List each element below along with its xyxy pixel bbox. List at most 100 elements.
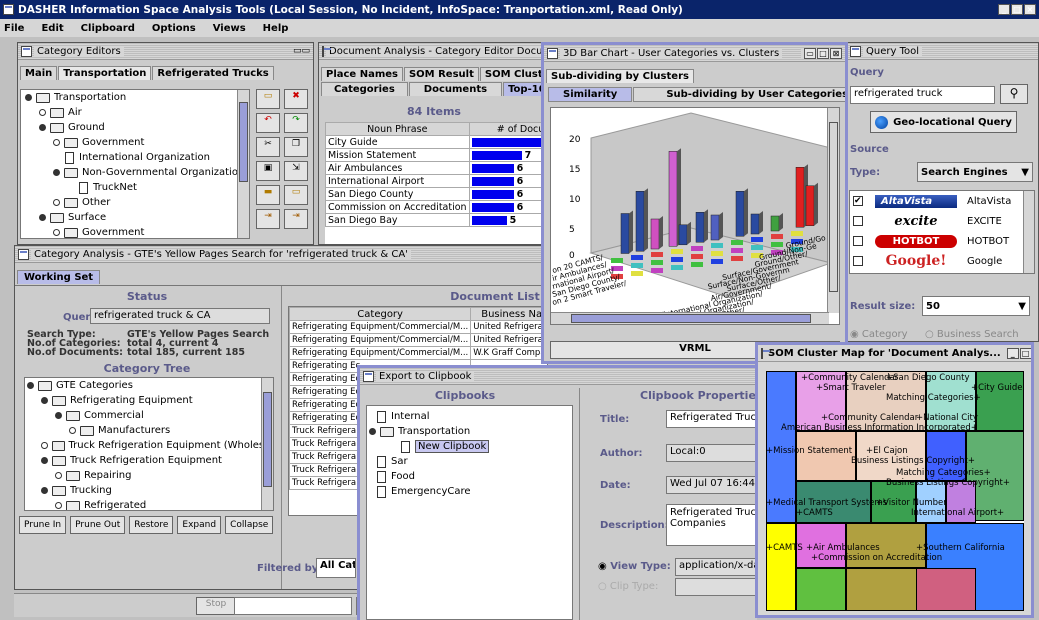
title-field[interactable]: Refrigerated Truck	[666, 410, 757, 428]
table-row[interactable]: Refrigerating Equipment/Commercial/M... U…	[289, 333, 547, 347]
dock-icon[interactable]: ▭▭	[293, 46, 310, 56]
import-icon[interactable]: ⇲	[284, 161, 308, 181]
som-label[interactable]: +El Cajon	[866, 446, 908, 456]
result-size-select[interactable]: 50 ▼	[922, 296, 1030, 316]
som-label[interactable]: Business Listings Copyright+	[851, 456, 975, 466]
folder-icon[interactable]: ▬	[256, 185, 280, 205]
tree-item[interactable]: New Clipbook	[377, 439, 572, 454]
undo-icon[interactable]: ↶	[256, 113, 280, 133]
column-header[interactable]: Category	[289, 307, 472, 321]
table-row[interactable]: Air Ambulances 6	[325, 161, 547, 175]
som-label[interactable]: +CAMTS	[766, 543, 803, 553]
som-cell[interactable]	[766, 523, 796, 611]
tab-categories[interactable]: Categories	[321, 82, 408, 96]
cut-icon[interactable]: ✂	[256, 137, 280, 157]
table-row[interactable]: San Diego Bay 5	[325, 213, 547, 227]
tree-item[interactable]: Commercial	[27, 408, 273, 423]
tree-item[interactable]: Trucking	[27, 483, 273, 498]
checkbox[interactable]	[853, 256, 863, 266]
description-field[interactable]: Refrigerated Truck Companies	[666, 504, 757, 546]
tab-refrigerated-trucks[interactable]: Refrigerated Trucks	[152, 66, 274, 80]
tab-som-result[interactable]: SOM Result	[403, 67, 479, 81]
som-label[interactable]: +Air Ambulances	[806, 543, 880, 553]
som-label[interactable]: Matching Categories+	[896, 468, 991, 478]
tree-item[interactable]: Truck Refrigeration Equipment (Wholesal	[27, 438, 273, 453]
bar-chart-titlebar[interactable]: 3D Bar Chart - User Categories vs. Clust…	[544, 45, 845, 62]
som-cell[interactable]	[796, 431, 856, 481]
som-label[interactable]: International Airport+	[911, 508, 1004, 518]
som-label[interactable]: +Community Calendar	[801, 373, 898, 383]
export-titlebar[interactable]: Export to Clipbook	[360, 368, 757, 385]
menu-edit[interactable]: Edit	[41, 23, 63, 34]
menu-options[interactable]: Options	[152, 23, 196, 34]
radio-business-search[interactable]: ○ Business Search	[925, 329, 1019, 340]
table-row[interactable]: San Diego County 6	[325, 187, 547, 201]
restore-button[interactable]: Restore	[129, 516, 174, 534]
menu-clipboard[interactable]: Clipboard	[81, 23, 135, 34]
menu-views[interactable]: Views	[213, 23, 246, 34]
filtered-by-select[interactable]: All Cate	[316, 558, 356, 578]
som-label[interactable]: +San Diego County	[886, 373, 970, 383]
category-editors-titlebar[interactable]: Category Editors ▭▭	[18, 43, 313, 60]
tab-sub-dividing-user-categories[interactable]: Sub-dividing by User Categories	[633, 87, 845, 102]
engine-row[interactable]: HOTBOT HOTBOT	[850, 231, 1034, 251]
som-cell[interactable]	[916, 568, 976, 611]
tree-item[interactable]: GTE Categories	[27, 378, 273, 393]
tree-item[interactable]: Refrigerated	[27, 498, 273, 510]
som-label[interactable]: +National City	[916, 413, 978, 423]
tree-item[interactable]: Transportation	[25, 90, 249, 105]
checkbox[interactable]: ✔	[853, 196, 863, 206]
tree-item[interactable]: Internal	[377, 409, 572, 424]
table-row[interactable]: Commission on Accreditation 6	[325, 200, 547, 214]
tree-item[interactable]: Government	[25, 225, 249, 238]
som-label[interactable]: American Business Information Incorporat…	[781, 423, 978, 433]
export-icon[interactable]: ⇥	[256, 209, 280, 229]
maximize-button[interactable]: □	[1011, 4, 1023, 15]
radio-category[interactable]: ◉ Category	[850, 329, 908, 340]
table-row[interactable]: City Guide	[325, 135, 547, 149]
type-select[interactable]: Search Engines ▼	[917, 162, 1033, 182]
tree-item[interactable]: Ground	[25, 120, 249, 135]
table-row[interactable]: Mission Statement 7	[325, 148, 547, 162]
open-folder-icon[interactable]: ▭	[284, 185, 308, 205]
tree-item[interactable]: TruckNet	[25, 180, 249, 195]
som-label[interactable]: +Commission on Accreditation	[811, 553, 942, 563]
redo-icon[interactable]: ↷	[284, 113, 308, 133]
engine-row[interactable]: ✔ AltaVista AltaVista	[850, 191, 1034, 211]
tree-item[interactable]: Repairing	[27, 468, 273, 483]
tree-item[interactable]: EmergencyCare	[377, 484, 572, 499]
document-analysis-titlebar[interactable]: Document Analysis - Category Editor Docu…	[319, 43, 547, 60]
scrollbar[interactable]	[261, 378, 273, 510]
tree-item[interactable]: Refrigerating Equipment	[27, 393, 273, 408]
search-binoculars-icon[interactable]: ⚲	[1000, 84, 1028, 104]
column-header[interactable]: Business Name	[470, 307, 547, 321]
export2-icon[interactable]: ⇥	[284, 209, 308, 229]
som-cell[interactable]	[846, 568, 926, 611]
column-header[interactable]: # of Docume	[468, 122, 547, 136]
checkbox[interactable]	[853, 216, 863, 226]
tree-item[interactable]: Truck Refrigeration Equipment	[27, 453, 273, 468]
som-cell[interactable]	[976, 371, 1024, 431]
tab-sub-dividing-clusters[interactable]: Sub-dividing by Clusters	[546, 69, 694, 83]
menu-file[interactable]: File	[4, 23, 24, 34]
som-titlebar[interactable]: SOM Cluster Map for 'Document Analys... _…	[758, 345, 1031, 362]
som-label[interactable]: Business Listings Copyright+	[886, 478, 1010, 488]
tree-item[interactable]: Surface	[25, 210, 249, 225]
table-row[interactable]: Refrigerating Equipment/Commercial/M... U…	[289, 320, 547, 334]
som-label[interactable]: +City Guide	[971, 383, 1022, 393]
tree-item[interactable]: Manufacturers	[27, 423, 273, 438]
stop-button[interactable]: Stop	[196, 597, 236, 615]
h-scrollbar[interactable]	[551, 312, 829, 324]
tree-item[interactable]: Non-Governmental Organization	[25, 165, 249, 180]
som-label[interactable]: +CAMTS	[796, 508, 833, 518]
scrollbar[interactable]	[237, 90, 249, 238]
tab-place-names[interactable]: Place Names	[321, 67, 403, 81]
geo-locational-query-button[interactable]: Geo-locational Query	[870, 111, 1017, 133]
tree-item[interactable]: Transportation	[369, 424, 572, 439]
scrollbar[interactable]	[827, 108, 839, 313]
som-label[interactable]: +Medical Transport Systems	[766, 498, 887, 508]
som-label[interactable]: +Visitor Number	[876, 498, 947, 508]
column-header[interactable]: Noun Phrase	[325, 122, 470, 136]
table-row[interactable]: Refrigerating Equipment/Commercial/M... W…	[289, 346, 547, 360]
som-label[interactable]: Matching Categories+	[886, 393, 981, 403]
